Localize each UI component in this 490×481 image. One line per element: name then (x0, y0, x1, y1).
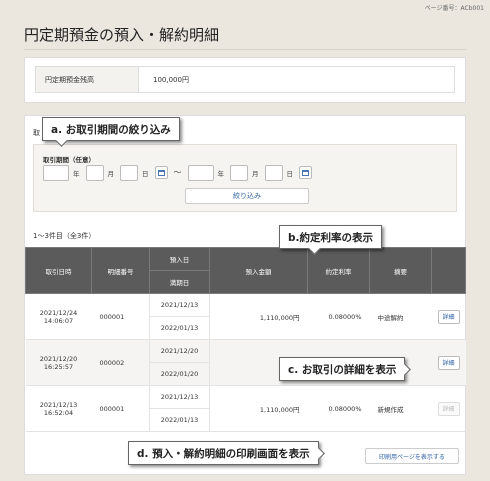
filter-button[interactable]: 絞り込み (185, 188, 309, 204)
callout-a: a. お取引期間の絞り込み (42, 117, 180, 141)
callout-b: b.約定利率の表示 (279, 225, 383, 249)
from-calendar-icon[interactable] (154, 166, 168, 179)
table-row: 2021/12/24 14:06:07 000001 2021/12/13 1,1… (25, 293, 466, 340)
row-number: 000002 (91, 339, 150, 386)
row-summary: 新規作成 (369, 385, 432, 432)
title-divider (24, 49, 466, 50)
transactions-table: 取引日時 明細番号 預入日 預入金額 約定利率 摘要 満期日 2021/12/2… (25, 247, 466, 432)
month-unit: 月 (252, 169, 259, 178)
callout-d: d. 預入・解約明細の印刷画面を表示 (128, 441, 319, 465)
row-amount: 1,110,000円 (209, 385, 308, 432)
page-number: ページ番号：ACb001 (424, 5, 484, 12)
row-maturity-date: 2022/01/13 (149, 316, 210, 340)
month-unit: 月 (107, 169, 115, 178)
day-unit: 日 (286, 169, 294, 178)
header-summary: 摘要 (369, 247, 432, 294)
detail-button-disabled: 詳細 (437, 401, 460, 416)
print-page-button[interactable]: 印刷用ページを表示する (365, 448, 459, 464)
year-unit: 年 (73, 169, 80, 178)
detail-button[interactable]: 詳細 (437, 355, 460, 370)
row-maturity-date: 2022/01/13 (149, 408, 210, 432)
detail-button[interactable]: 詳細 (437, 309, 460, 324)
to-year-input[interactable] (187, 164, 214, 181)
transactions-panel: 取 取引期間（任意） 年 月 日 ～ 年 月 日 絞り込み 1〜3件目（全3件） (24, 115, 466, 475)
header-rate: 約定利率 (307, 247, 370, 294)
filter-section-heading: 取 (33, 129, 40, 137)
year-unit: 年 (217, 169, 225, 178)
to-month-input[interactable] (230, 164, 248, 181)
filter-panel: 取引期間（任意） 年 月 日 ～ 年 月 日 絞り込み (33, 144, 457, 212)
result-count: 1〜3件目（全3件） (33, 232, 96, 240)
date-range-row: 年 月 日 ～ 年 月 日 (43, 164, 318, 181)
row-rate: 0.08000% (307, 293, 370, 340)
row-datetime: 2021/12/13 16:52:04 (25, 385, 92, 432)
header-amount: 預入金額 (209, 247, 308, 294)
balance-table: 円定期預金残高 100,000円 (35, 66, 455, 93)
row-datetime: 2021/12/24 14:06:07 (25, 293, 92, 340)
row-deposit-date: 2021/12/13 (149, 385, 210, 409)
from-month-input[interactable] (85, 164, 104, 181)
day-unit: 日 (142, 169, 149, 178)
header-number: 明細番号 (91, 247, 150, 294)
balance-label: 円定期預金残高 (36, 67, 139, 92)
row-summary: 中途解約 (369, 293, 432, 340)
header-maturity-date: 満期日 (149, 270, 210, 294)
balance-panel: 円定期預金残高 100,000円 (24, 57, 466, 103)
row-amount: 1,110,000円 (209, 293, 308, 340)
header-action (431, 247, 466, 294)
row-deposit-date: 2021/12/13 (149, 293, 210, 317)
table-row: 2021/12/13 16:52:04 000001 2021/12/13 1,1… (25, 385, 466, 432)
page-title: 円定期預金の預入・解約明細 (24, 26, 220, 44)
from-day-input[interactable] (120, 164, 138, 181)
row-maturity-date: 2022/01/20 (149, 362, 210, 386)
row-rate: 0.08000% (307, 385, 370, 432)
callout-c: c. お取引の詳細を表示 (279, 357, 406, 381)
period-label: 取引期間（任意） (43, 156, 95, 164)
from-year-input[interactable] (43, 164, 69, 181)
row-datetime: 2021/12/20 16:25:57 (25, 339, 92, 386)
to-calendar-icon[interactable] (299, 166, 312, 179)
header-deposit-date: 預入日 (149, 247, 210, 271)
row-number: 000001 (91, 293, 150, 340)
balance-value: 100,000円 (153, 75, 189, 84)
to-day-input[interactable] (264, 164, 283, 181)
row-number: 000001 (91, 385, 150, 432)
header-date: 取引日時 (25, 247, 92, 294)
row-deposit-date: 2021/12/20 (149, 339, 210, 363)
range-tilde: ～ (173, 168, 182, 177)
